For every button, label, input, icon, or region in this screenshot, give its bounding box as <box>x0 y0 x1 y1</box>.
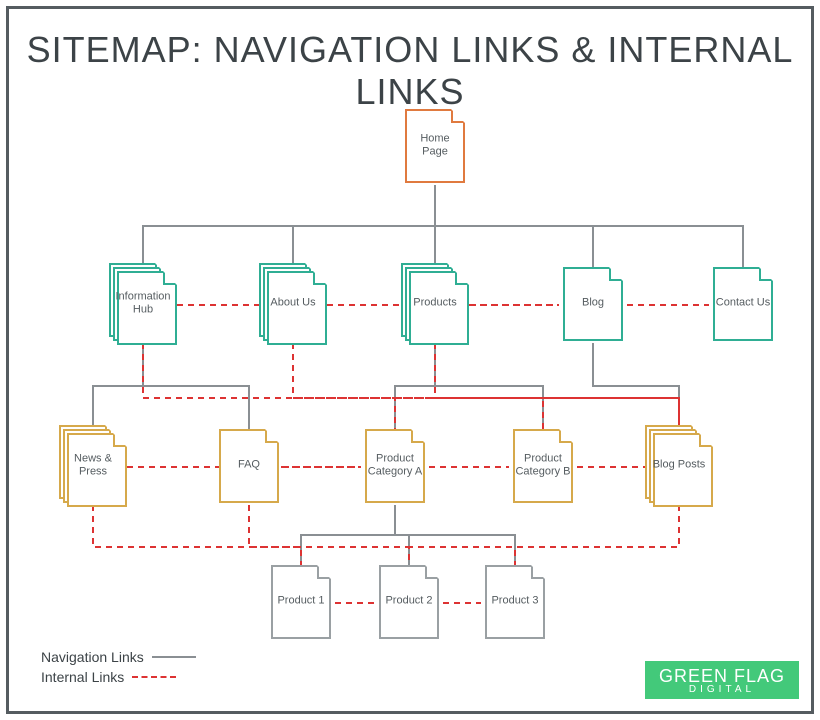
diagram-title: SITEMAP: NAVIGATION LINKS & INTERNAL LIN… <box>9 29 811 113</box>
brand-line1: GREEN FLAG <box>659 667 785 685</box>
node-catA: Product Category A <box>361 425 429 505</box>
legend-nav-label: Navigation Links <box>41 649 144 665</box>
node-info: Information Hub <box>109 263 177 343</box>
legend-nav: Navigation Links <box>41 649 196 665</box>
nav-link <box>435 343 543 429</box>
page-icon <box>559 263 627 343</box>
page-icon <box>401 105 469 185</box>
nav-link <box>435 185 593 267</box>
nav-link <box>293 185 435 267</box>
node-blogPosts: Blog Posts <box>645 425 713 505</box>
brand-badge: GREEN FLAG DIGITAL <box>645 661 799 699</box>
node-faq: FAQ <box>215 425 283 505</box>
nav-link <box>395 505 515 565</box>
page-icon <box>109 263 177 343</box>
node-prod3: Product 3 <box>481 561 549 641</box>
brand-line2: DIGITAL <box>659 685 785 695</box>
nav-link <box>395 343 435 429</box>
internal-link <box>293 343 395 429</box>
internal-link <box>143 343 679 429</box>
nav-link <box>93 343 143 429</box>
page-icon <box>59 425 127 505</box>
page-icon <box>481 561 549 641</box>
legend-nav-line <box>152 656 196 658</box>
node-prod2: Product 2 <box>375 561 443 641</box>
page-icon <box>375 561 443 641</box>
page-icon <box>645 425 713 505</box>
node-catB: Product Category B <box>509 425 577 505</box>
internal-link <box>435 343 679 429</box>
page-icon <box>259 263 327 343</box>
node-prod1: Product 1 <box>267 561 335 641</box>
nav-link <box>143 343 249 429</box>
page-icon <box>709 263 777 343</box>
nav-link <box>395 505 409 565</box>
node-news: News & Press <box>59 425 127 505</box>
node-products: Products <box>401 263 469 343</box>
internal-link <box>293 343 543 429</box>
legend-internal: Internal Links <box>41 669 196 685</box>
legend: Navigation Links Internal Links <box>41 649 196 689</box>
page-icon <box>215 425 283 505</box>
internal-link <box>409 505 679 565</box>
node-about: About Us <box>259 263 327 343</box>
internal-link <box>249 505 409 565</box>
internal-link <box>93 505 301 565</box>
diagram-frame: { "title": "SITEMAP: NAVIGATION LINKS & … <box>6 6 814 714</box>
nav-link <box>593 343 679 429</box>
internal-link <box>515 505 679 565</box>
nav-link <box>143 185 435 267</box>
nav-link <box>435 185 743 267</box>
legend-internal-line <box>132 676 176 678</box>
page-icon <box>509 425 577 505</box>
node-contact: Contact Us <box>709 263 777 343</box>
page-icon <box>361 425 429 505</box>
node-blog: Blog <box>559 263 627 343</box>
nav-link <box>301 505 395 565</box>
page-icon <box>267 561 335 641</box>
legend-internal-label: Internal Links <box>41 669 124 685</box>
page-icon <box>401 263 469 343</box>
node-home: Home Page <box>401 105 469 185</box>
